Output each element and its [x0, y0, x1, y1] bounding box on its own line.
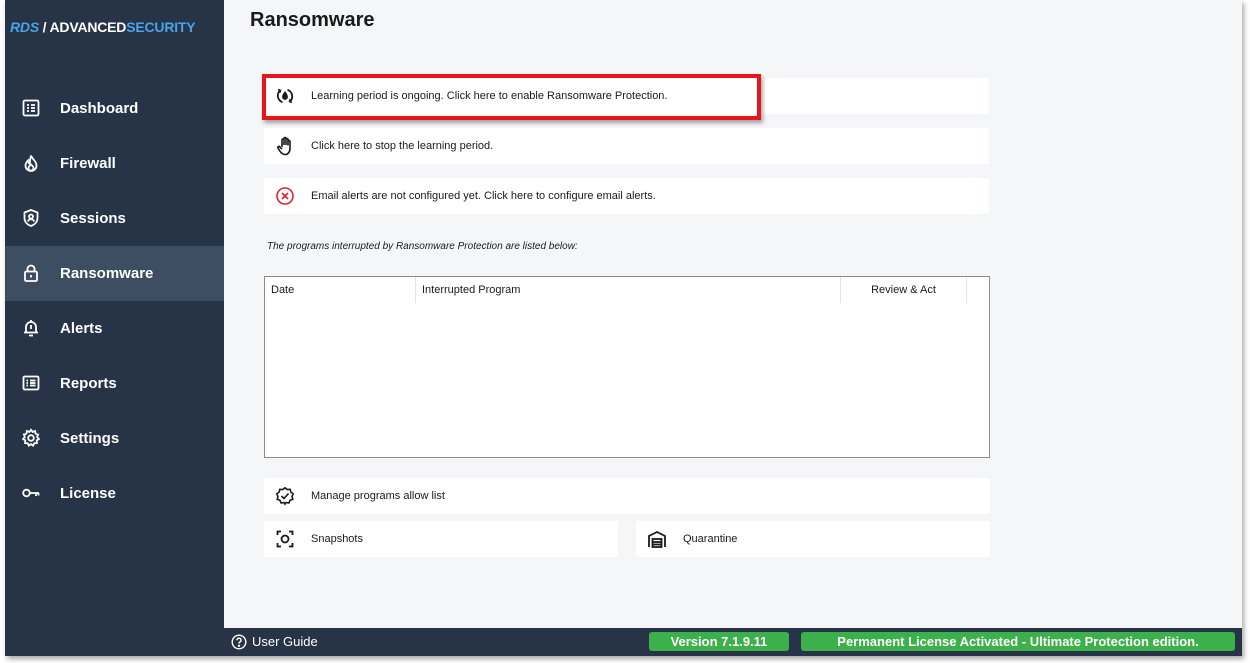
snapshots-button[interactable]: Snapshots: [264, 521, 618, 557]
sync-learning-icon: [276, 88, 294, 104]
page-title: Ransomware: [250, 9, 375, 31]
brand-advanced: / ADVANCED: [38, 19, 127, 35]
sidebar-item-label: Firewall: [60, 155, 116, 172]
sidebar-item-label: Reports: [60, 375, 117, 392]
brand-logo: RDS / ADVANCEDSECURITY: [10, 19, 196, 39]
sidebar-item-ransomware[interactable]: Ransomware: [5, 246, 224, 301]
bell-icon: [24, 320, 38, 337]
sidebar-item-label: Alerts: [60, 320, 103, 337]
sidebar: RDS / ADVANCEDSECURITY Dashboard Firewal…: [5, 0, 224, 628]
sidebar-item-alerts[interactable]: Alerts: [5, 301, 224, 356]
quarantine-text: Quarantine: [683, 533, 738, 545]
user-guide-label: User Guide: [252, 634, 318, 649]
license-status-badge: Permanent License Activated - Ultimate P…: [801, 632, 1235, 651]
lock-icon: [24, 264, 38, 282]
column-header-review-act[interactable]: Review & Act: [841, 277, 967, 303]
sidebar-item-label: Sessions: [60, 210, 126, 227]
allow-list-text: Manage programs allow list: [311, 490, 445, 502]
flame-icon: [24, 155, 38, 172]
stop-learning-row[interactable]: Click here to stop the learning period.: [264, 128, 989, 164]
gear-icon: [21, 428, 41, 447]
hand-stop-icon: [277, 136, 291, 156]
sidebar-item-license[interactable]: License: [5, 466, 224, 521]
snapshot-icon: [276, 530, 294, 548]
column-header-date[interactable]: Date: [265, 277, 416, 303]
list-caption: The programs interrupted by Ransomware P…: [267, 241, 578, 252]
quarantine-garage-icon: [648, 530, 666, 548]
help-icon: [231, 634, 247, 650]
enable-protection-text: Learning period is ongoing. Click here t…: [311, 90, 668, 102]
app-window: RDS / ADVANCEDSECURITY Dashboard Firewal…: [5, 0, 1242, 656]
interrupted-programs-table: Date Interrupted Program Review & Act: [264, 276, 990, 458]
sidebar-item-label: Settings: [60, 430, 120, 447]
sidebar-item-label: License: [60, 485, 116, 502]
sidebar-item-reports[interactable]: Reports: [5, 356, 224, 411]
sidebar-item-settings[interactable]: Settings: [5, 411, 224, 466]
email-alerts-text: Email alerts are not configured yet. Cli…: [311, 190, 656, 202]
badge-check-icon: [275, 486, 295, 506]
email-alerts-row[interactable]: Email alerts are not configured yet. Cli…: [264, 178, 989, 214]
stop-learning-text: Click here to stop the learning period.: [311, 140, 494, 152]
error-x-icon: [276, 187, 294, 205]
version-badge: Version 7.1.9.11: [649, 632, 789, 651]
dashboard-icon: [22, 99, 40, 117]
report-list-icon: [22, 375, 40, 391]
sidebar-item-firewall[interactable]: Firewall: [5, 136, 224, 191]
sidebar-item-dashboard[interactable]: Dashboard: [5, 81, 224, 136]
sidebar-item-label: Dashboard: [60, 100, 139, 117]
sidebar-item-label: Ransomware: [60, 265, 154, 282]
shield-user-icon: [23, 209, 39, 227]
user-guide-link[interactable]: User Guide: [231, 628, 318, 656]
brand-security: SECURITY: [126, 19, 196, 35]
quarantine-button[interactable]: Quarantine: [636, 521, 990, 557]
brand-rds: RDS: [10, 19, 39, 35]
snapshots-text: Snapshots: [311, 533, 363, 545]
column-header-interrupted-program[interactable]: Interrupted Program: [416, 277, 841, 303]
main-content: Ransomware Learning period is ongoing. C…: [224, 0, 1242, 628]
sidebar-item-sessions[interactable]: Sessions: [5, 191, 224, 246]
status-bar: User Guide Version 7.1.9.11 Permanent Li…: [5, 628, 1242, 656]
key-icon: [22, 488, 40, 498]
allow-list-row[interactable]: Manage programs allow list: [264, 478, 990, 514]
enable-protection-row[interactable]: Learning period is ongoing. Click here t…: [264, 78, 989, 114]
